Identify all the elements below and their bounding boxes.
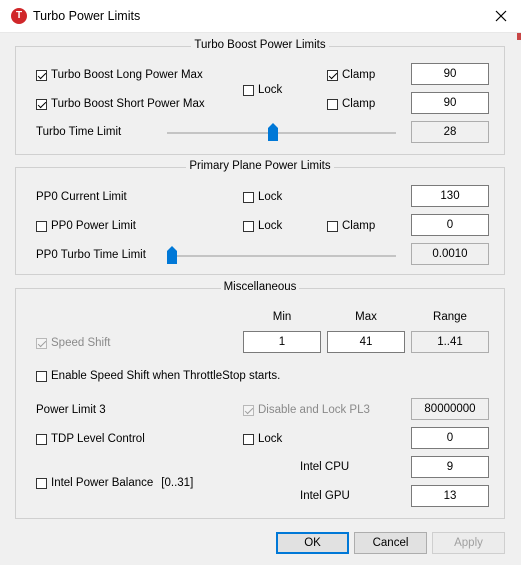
close-icon	[495, 10, 507, 22]
turbo-short-power-checkbox[interactable]: Turbo Boost Short Power Max	[36, 97, 205, 111]
cancel-button[interactable]: Cancel	[354, 532, 427, 554]
title-bar: T Turbo Power Limits	[0, 0, 521, 33]
turbo-long-power-input[interactable]: 90	[411, 63, 489, 85]
checkbox-box	[243, 191, 254, 203]
primary-plane-legend: Primary Plane Power Limits	[186, 160, 334, 172]
intel-gpu-label: Intel GPU	[300, 490, 350, 502]
pl3-value: 80000000	[411, 398, 489, 420]
min-column-header: Min	[272, 311, 292, 323]
checkbox-box	[36, 98, 47, 110]
pp0-power-clamp-checkbox[interactable]: Clamp	[327, 219, 375, 233]
checkbox-box	[243, 404, 254, 416]
pp0-current-lock-checkbox[interactable]: Lock	[243, 190, 282, 204]
window-title: Turbo Power Limits	[33, 9, 141, 23]
checkbox-box	[243, 220, 254, 232]
speed-shift-range-value: 1..41	[411, 331, 489, 353]
intel-cpu-input[interactable]: 9	[411, 456, 489, 478]
turbo-time-limit-label: Turbo Time Limit	[36, 126, 122, 138]
checkbox-box	[36, 69, 47, 81]
checkbox-box	[243, 433, 254, 445]
tdp-level-control-checkbox[interactable]: TDP Level Control	[36, 432, 145, 446]
slider-thumb[interactable]	[268, 123, 278, 141]
power-limit-3-label: Power Limit 3	[36, 404, 106, 416]
throttlestop-app-icon: T	[11, 8, 27, 24]
miscellaneous-legend: Miscellaneous	[220, 281, 300, 293]
pp0-turbo-time-limit-value: 0.0010	[411, 243, 489, 265]
pp0-turbo-time-limit-label: PP0 Turbo Time Limit	[36, 249, 146, 261]
checkbox-box	[36, 337, 47, 349]
turbo-long-clamp-checkbox[interactable]: Clamp	[327, 68, 375, 82]
intel-power-balance-checkbox[interactable]: Intel Power Balance [0..31]	[36, 476, 193, 490]
checkbox-box	[36, 477, 47, 489]
apply-button[interactable]: Apply	[432, 532, 505, 554]
disable-lock-pl3-checkbox: Disable and Lock PL3	[243, 403, 370, 417]
speed-shift-max-input[interactable]: 41	[327, 331, 405, 353]
turbo-time-limit-slider[interactable]	[167, 123, 396, 143]
turbo-boost-legend: Turbo Boost Power Limits	[191, 39, 329, 51]
speed-shift-checkbox: Speed Shift	[36, 336, 110, 350]
slider-thumb[interactable]	[167, 246, 177, 264]
slider-track	[167, 255, 396, 257]
checkbox-box	[36, 433, 47, 445]
turbo-short-power-input[interactable]: 90	[411, 92, 489, 114]
tdp-level-input[interactable]: 0	[411, 427, 489, 449]
tdp-lock-checkbox[interactable]: Lock	[243, 432, 282, 446]
intel-power-balance-range: [0..31]	[161, 477, 194, 489]
max-column-header: Max	[355, 311, 377, 323]
turbo-short-clamp-checkbox[interactable]: Clamp	[327, 97, 375, 111]
checkbox-box	[327, 69, 338, 81]
range-column-header: Range	[433, 311, 467, 323]
speed-shift-min-input[interactable]: 1	[243, 331, 321, 353]
intel-cpu-label: Intel CPU	[300, 461, 350, 473]
ok-button[interactable]: OK	[276, 532, 349, 554]
pp0-turbo-time-limit-slider[interactable]	[167, 246, 396, 266]
pp0-power-lock-checkbox[interactable]: Lock	[243, 219, 282, 233]
checkbox-box	[243, 84, 254, 96]
checkbox-box	[327, 220, 338, 232]
turbo-lock-checkbox[interactable]: Lock	[243, 83, 282, 97]
slider-track	[167, 132, 396, 134]
checkbox-box	[36, 220, 47, 232]
pp0-current-limit-label: PP0 Current Limit	[36, 191, 127, 203]
enable-speed-shift-checkbox[interactable]: Enable Speed Shift when ThrottleStop sta…	[36, 369, 280, 383]
close-button[interactable]	[486, 4, 516, 28]
pp0-power-limit-input[interactable]: 0	[411, 214, 489, 236]
turbo-time-limit-value: 28	[411, 121, 489, 143]
intel-gpu-input[interactable]: 13	[411, 485, 489, 507]
pp0-power-limit-checkbox[interactable]: PP0 Power Limit	[36, 219, 136, 233]
checkbox-box	[36, 370, 47, 382]
checkbox-box	[327, 98, 338, 110]
turbo-long-power-checkbox[interactable]: Turbo Boost Long Power Max	[36, 68, 203, 82]
pp0-current-limit-input[interactable]: 130	[411, 185, 489, 207]
